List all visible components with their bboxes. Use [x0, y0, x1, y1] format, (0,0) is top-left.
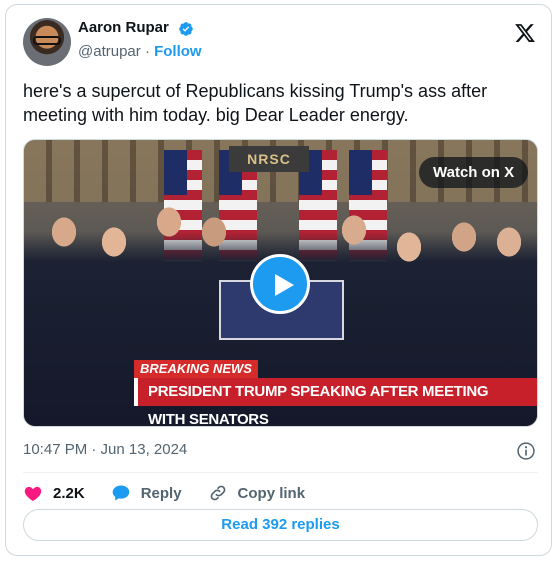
- read-replies-button[interactable]: Read 392 replies: [23, 509, 538, 541]
- tweet-card: Aaron Rupar @atrupar · Follow here's a s…: [5, 4, 552, 556]
- verified-badge-icon: [179, 22, 193, 36]
- like-button[interactable]: 2.2K: [23, 483, 85, 503]
- play-icon: [275, 274, 294, 296]
- play-button[interactable]: [250, 254, 310, 314]
- action-bar: 2.2K Reply Copy link: [23, 479, 331, 507]
- avatar[interactable]: [23, 18, 71, 66]
- speech-bubble-icon: [112, 485, 130, 501]
- likes-count: 2.2K: [53, 484, 85, 502]
- info-icon[interactable]: [516, 441, 536, 461]
- follow-button[interactable]: Follow: [154, 43, 202, 60]
- author-handle-row: @atrupar · Follow: [78, 43, 202, 60]
- breaking-news-label: BREAKING NEWS: [134, 360, 258, 378]
- nrsc-sign: NRSC: [229, 146, 309, 172]
- copy-link-button[interactable]: Copy link: [208, 483, 306, 503]
- avatar-glasses: [33, 36, 61, 45]
- separator: ·: [144, 43, 150, 60]
- x-logo-icon[interactable]: [514, 22, 536, 44]
- author-handle[interactable]: @atrupar: [78, 43, 141, 60]
- author-name[interactable]: Aaron Rupar: [78, 19, 169, 36]
- link-icon: [210, 485, 225, 501]
- heart-icon: [24, 486, 42, 501]
- reply-button[interactable]: Reply: [111, 483, 182, 503]
- timestamp[interactable]: 10:47 PM · Jun 13, 2024: [23, 441, 187, 458]
- divider: [23, 472, 538, 473]
- video-player[interactable]: NRSC Watch on X BREAKING NEWS PRESIDENT …: [23, 139, 538, 427]
- news-chyron: PRESIDENT TRUMP SPEAKING AFTER MEETING W…: [134, 378, 537, 426]
- copy-link-label: Copy link: [237, 484, 306, 502]
- watch-on-x-button[interactable]: Watch on X: [419, 157, 529, 188]
- tweet-text: here's a supercut of Republicans kissing…: [23, 81, 488, 125]
- reply-label: Reply: [140, 484, 182, 502]
